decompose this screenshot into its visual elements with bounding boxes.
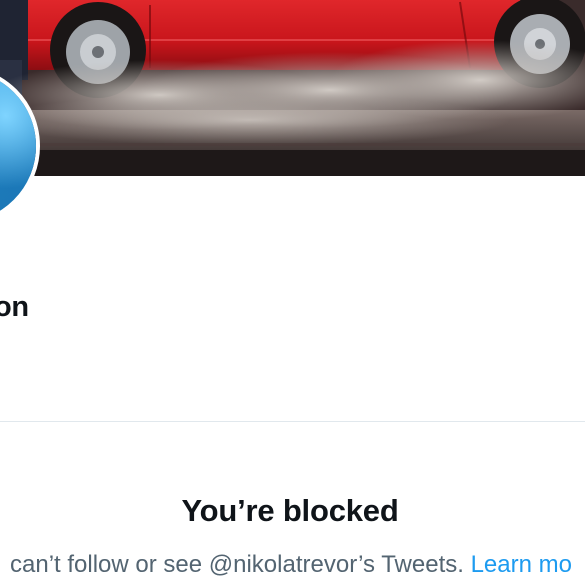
banner-image [0,0,585,176]
blocked-title: You’re blocked [181,493,399,528]
profile-banner[interactable] [0,0,585,176]
display-name-container: on [0,285,120,335]
learn-more-link[interactable]: Learn mo [471,551,572,578]
display-name: on [0,291,29,323]
blocked-message-text: can’t follow or see @nikolatrevor’s Twee… [10,551,471,578]
blocked-message: can’t follow or see @nikolatrevor’s Twee… [10,551,572,579]
section-divider [0,421,585,422]
profile-page: on You’re blocked can’t follow or see @n… [0,0,585,585]
